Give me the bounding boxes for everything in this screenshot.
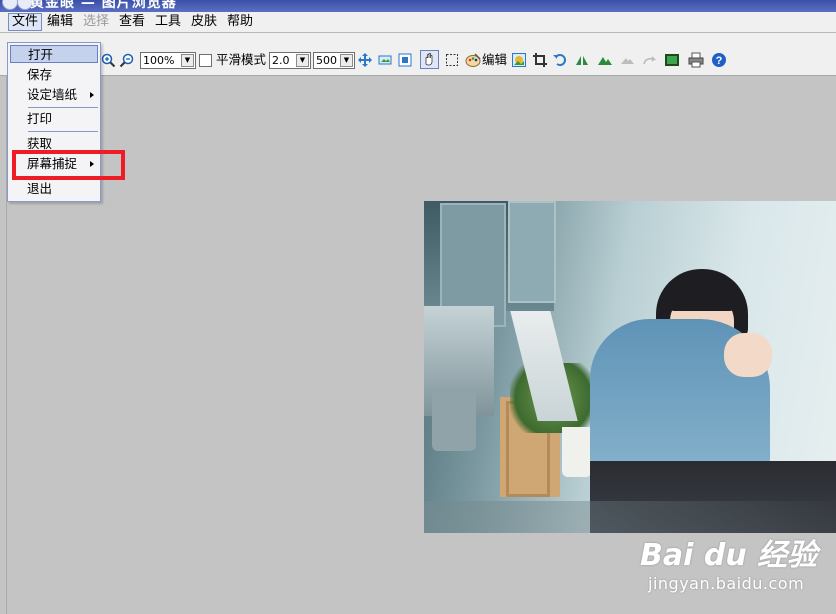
toolbar: 100% ▼ 平滑模式 2.0 ▼ 500 ▼ 编辑 ? — [0, 33, 836, 76]
file-menu-save[interactable]: 保存 — [10, 66, 98, 84]
undo-icon[interactable] — [619, 52, 635, 68]
menu-file[interactable]: 文件 — [8, 13, 43, 31]
selection-icon[interactable] — [444, 52, 460, 68]
file-menu-open[interactable]: 打开 — [10, 45, 98, 63]
menu-bar: 文件 编辑 选择 查看 工具 皮肤 帮助 — [0, 12, 836, 33]
menu-select[interactable]: 选择 — [80, 14, 112, 30]
menu-view[interactable]: 查看 — [116, 14, 148, 30]
menu-separator — [28, 107, 98, 108]
menu-edit[interactable]: 编辑 — [44, 14, 76, 30]
file-menu-save-label: 保存 — [27, 67, 53, 82]
zoom-out-icon[interactable] — [119, 52, 135, 68]
file-menu-exit[interactable]: 退出 — [10, 180, 98, 198]
file-menu-open-label: 打开 — [28, 47, 54, 62]
redo-icon[interactable] — [641, 52, 657, 68]
baidu-watermark: Bai du 经验 jingyan.baidu.com — [640, 530, 830, 596]
size-select[interactable]: 500 ▼ — [313, 52, 355, 69]
watermark-logo: Bai du 经验 — [640, 538, 818, 573]
window-menu-icon[interactable] — [2, 0, 18, 10]
smooth-mode-label: 平滑模式 — [216, 52, 267, 67]
svg-text:?: ? — [716, 55, 723, 67]
file-menu-exit-label: 退出 — [27, 181, 53, 196]
chevron-down-icon: ▼ — [296, 54, 309, 67]
highlight-annotation-box — [12, 150, 125, 180]
zoom-value: 100% — [143, 54, 175, 67]
displayed-photo — [424, 201, 836, 533]
menu-skin[interactable]: 皮肤 — [188, 14, 220, 30]
menu-help[interactable]: 帮助 — [224, 14, 256, 30]
actual-size-icon[interactable] — [377, 52, 393, 68]
edit-palette-icon[interactable] — [465, 52, 481, 68]
print-icon[interactable] — [688, 52, 704, 68]
scale-select[interactable]: 2.0 ▼ — [269, 52, 311, 69]
submenu-arrow-icon — [90, 92, 94, 98]
file-menu-set-wallpaper-label: 设定墙纸 — [27, 87, 78, 102]
fit-window-icon[interactable] — [357, 52, 373, 68]
flip-vertical-icon[interactable] — [597, 52, 613, 68]
smooth-mode-checkbox[interactable] — [199, 54, 212, 67]
file-menu-set-wallpaper[interactable]: 设定墙纸 — [10, 86, 98, 104]
slideshow-icon[interactable] — [664, 52, 680, 68]
chevron-down-icon: ▼ — [340, 54, 353, 67]
hand-tool-icon[interactable] — [420, 50, 439, 69]
rotate-icon[interactable] — [552, 52, 568, 68]
help-icon[interactable]: ? — [711, 52, 727, 68]
flip-horizontal-icon[interactable] — [574, 52, 590, 68]
edit-label[interactable]: 编辑 — [482, 52, 507, 68]
zoom-select[interactable]: 100% ▼ — [140, 52, 196, 69]
title-bar: 黄金眼 — 图片浏览器 — [0, 0, 836, 12]
fullscreen-icon[interactable] — [397, 52, 413, 68]
watermark-url: jingyan.baidu.com — [648, 574, 805, 593]
size-value: 500 — [316, 54, 337, 67]
file-menu-print[interactable]: 打印 — [10, 110, 98, 128]
crop-icon[interactable] — [532, 52, 548, 68]
chevron-down-icon: ▼ — [181, 54, 194, 67]
window-title: 黄金眼 — 图片浏览器 — [30, 0, 177, 11]
file-menu-acquire-label: 获取 — [27, 136, 53, 151]
file-menu-print-label: 打印 — [27, 111, 53, 126]
menu-tools[interactable]: 工具 — [152, 14, 184, 30]
menu-separator — [28, 131, 98, 132]
zoom-in-icon[interactable] — [100, 52, 116, 68]
scale-value: 2.0 — [272, 54, 290, 67]
image-adjust-icon[interactable] — [511, 52, 527, 68]
